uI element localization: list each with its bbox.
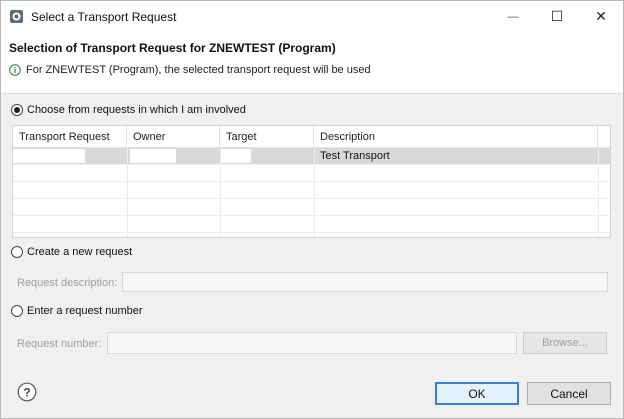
cancel-button[interactable]: Cancel <box>527 382 611 405</box>
choose-request-label: Choose from requests in which I am invol… <box>27 104 246 116</box>
window-title: Select a Transport Request <box>31 10 177 24</box>
enter-request-label: Enter a request number <box>27 305 143 317</box>
target-cell <box>220 149 251 163</box>
table-row-empty <box>13 216 610 233</box>
create-request-option[interactable]: Create a new request <box>11 246 132 258</box>
request-description-input[interactable] <box>122 272 608 292</box>
header-message: For ZNEWTEST (Program), the selected tra… <box>26 64 371 76</box>
close-button[interactable]: ✕ <box>579 1 623 32</box>
svg-text:?: ? <box>23 386 30 400</box>
table-header: Transport Request Owner Target Descripti… <box>13 126 610 148</box>
dialog-header: Selection of Transport Request for ZNEWT… <box>1 32 623 94</box>
column-divider <box>314 148 315 237</box>
sap-transport-icon <box>10 10 23 23</box>
column-transport-request[interactable]: Transport Request <box>13 126 127 148</box>
request-description-label: Request description: <box>17 277 118 289</box>
close-icon: ✕ <box>595 8 607 24</box>
table-row[interactable]: Test Transport <box>13 148 610 165</box>
column-owner[interactable]: Owner <box>127 126 220 148</box>
header-title: Selection of Transport Request for ZNEWT… <box>9 41 336 55</box>
title-bar[interactable]: Select a Transport Request — ☐ ✕ <box>1 1 623 32</box>
transport-request-cell <box>13 149 85 163</box>
enter-request-radio[interactable] <box>11 305 23 317</box>
ok-button[interactable]: OK <box>435 382 519 405</box>
transport-request-table[interactable]: Transport Request Owner Target Descripti… <box>12 125 611 238</box>
request-number-input[interactable] <box>107 332 517 354</box>
table-row-empty <box>13 182 610 199</box>
column-divider <box>598 148 599 237</box>
owner-cell <box>130 149 176 163</box>
create-request-label: Create a new request <box>27 246 133 258</box>
transport-request-dialog: Select a Transport Request — ☐ ✕ Selecti… <box>0 0 624 419</box>
column-target[interactable]: Target <box>220 126 314 148</box>
minimize-button[interactable]: — <box>491 1 535 32</box>
create-request-radio[interactable] <box>11 246 23 258</box>
minimize-icon: — <box>507 10 519 23</box>
help-icon[interactable]: ? <box>17 382 37 402</box>
table-row-empty <box>13 199 610 216</box>
browse-button[interactable]: Browse... <box>523 332 607 354</box>
column-divider <box>220 148 221 237</box>
choose-request-option[interactable]: Choose from requests in which I am invol… <box>11 104 246 116</box>
maximize-button[interactable]: ☐ <box>535 1 579 32</box>
column-divider <box>127 148 128 237</box>
choose-request-radio[interactable] <box>11 104 23 116</box>
column-description[interactable]: Description <box>314 126 598 148</box>
description-cell: Test Transport <box>320 150 390 162</box>
maximize-icon: ☐ <box>550 8 564 24</box>
request-number-label: Request number: <box>17 338 102 350</box>
enter-request-option[interactable]: Enter a request number <box>11 305 143 317</box>
table-row-empty <box>13 165 610 182</box>
info-icon <box>9 64 21 76</box>
